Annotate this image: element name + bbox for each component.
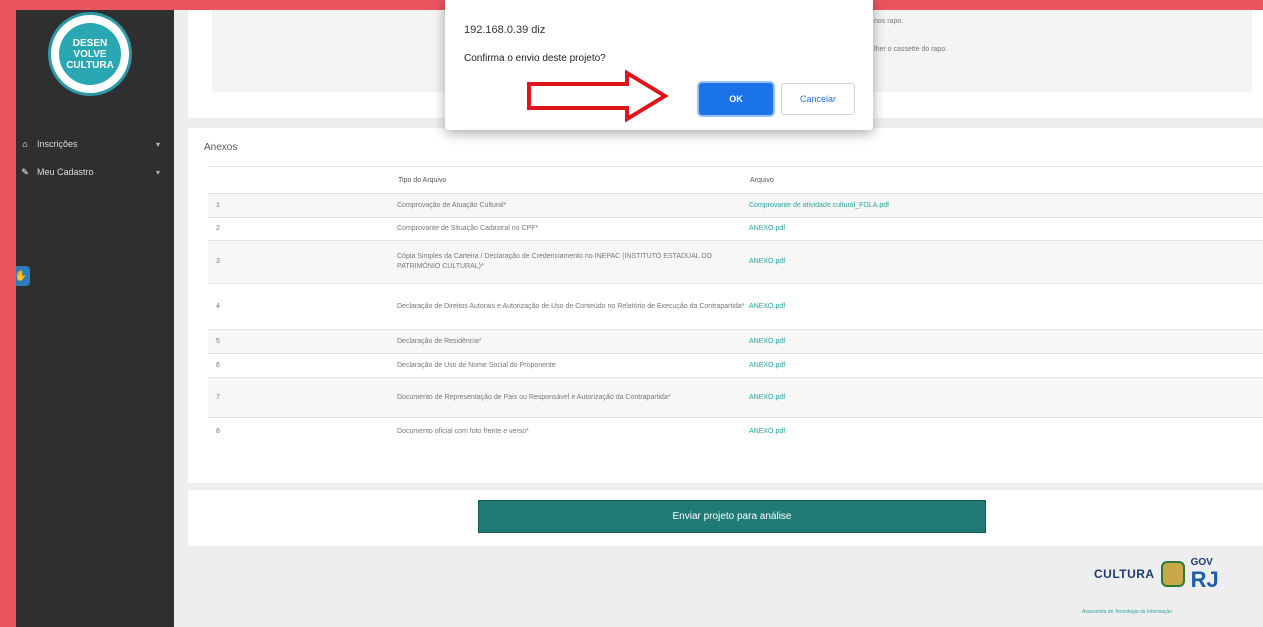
file-type: Documento de Representação de Pais ou Re… <box>397 377 749 418</box>
table-row: 5 Declaração de Residência* ANEXO.pdf <box>208 329 1263 354</box>
chevron-down-icon: ▾ <box>155 139 160 149</box>
dialog-title: 192.168.0.39 diz <box>464 24 546 36</box>
top-panel-text: lher o cassette do rapo. <box>874 46 948 53</box>
home-icon: ⌂ <box>22 139 28 149</box>
anexos-panel: Anexos Tipo do Arquivo Arquivo 1 Comprov… <box>188 128 1263 483</box>
file-link[interactable]: ANEXO.pdf <box>749 240 1263 284</box>
coat-of-arms-icon <box>1160 561 1185 587</box>
top-panel-text: nos rapo. <box>874 18 904 25</box>
hand-icon: ✋ <box>16 270 28 282</box>
file-link[interactable]: ANEXO.pdf <box>749 329 1263 354</box>
gov-rj-logo: GOV RJ <box>1191 557 1219 591</box>
rj-text: RJ <box>1190 567 1219 592</box>
table-row: 4 Declaração de Direitos Autorais e Auto… <box>208 283 1263 330</box>
row-number: 8 <box>208 417 397 446</box>
table-row: 8 Documento oficial com foto frente e ve… <box>208 417 1263 446</box>
sidebar-item-meu-cadastro[interactable]: ✎ Meu Cadastro ▾ <box>16 162 174 182</box>
send-panel: Enviar projeto para análise <box>188 490 1263 546</box>
file-type: Declaração de Uso de Nome Social do Prop… <box>397 353 749 378</box>
column-header: Arquivo <box>749 166 1263 194</box>
sidebar-item-label: Meu Cadastro <box>37 167 94 177</box>
sidebar-item-label: Inscrições <box>37 139 78 149</box>
row-number: 2 <box>208 217 397 241</box>
file-link[interactable]: ANEXO.pdf <box>749 377 1263 418</box>
row-number: 4 <box>208 283 397 330</box>
anexos-table: Tipo do Arquivo Arquivo 1 Comprovação de… <box>208 166 1263 446</box>
table-row: 7 Documento de Representação de Pais ou … <box>208 377 1263 418</box>
file-link[interactable]: Comprovante de atividade cultural_FOLA.p… <box>749 193 1263 218</box>
row-number: 6 <box>208 353 397 378</box>
table-row: 3 Cópia Simples da Carteira / Declaração… <box>208 240 1263 284</box>
row-number: 1 <box>208 193 397 218</box>
row-number: 7 <box>208 377 397 418</box>
ok-button[interactable]: OK <box>699 83 773 115</box>
file-type: Cópia Simples da Carteira / Declaração d… <box>397 240 749 284</box>
accessibility-button[interactable]: ✋ <box>16 266 30 286</box>
file-type: Declaração de Residência* <box>397 329 749 354</box>
file-type: Documento oficial com foto frente e vers… <box>397 417 749 446</box>
file-type: Declaração de Direitos Autorais e Autori… <box>397 283 749 330</box>
chevron-down-icon: ▾ <box>155 167 160 177</box>
row-number: 3 <box>208 240 397 284</box>
edit-icon: ✎ <box>21 166 29 177</box>
sidebar-item-inscricoes[interactable]: ⌂ Inscrições ▾ <box>16 134 174 154</box>
file-link[interactable]: ANEXO.pdf <box>749 353 1263 378</box>
file-link[interactable]: ANEXO.pdf <box>749 283 1263 330</box>
table-row: 6 Declaração de Uso de Nome Social do Pr… <box>208 353 1263 378</box>
send-project-button[interactable]: Enviar projeto para análise <box>478 500 986 533</box>
cultura-logo-text: CULTURA <box>1094 567 1155 581</box>
column-header: Tipo do Arquivo <box>397 166 749 194</box>
cancel-button[interactable]: Cancelar <box>781 83 855 115</box>
logo-text: DESEN VOLVE CULTURA <box>59 23 121 85</box>
section-title: Anexos <box>204 142 238 153</box>
table-header-row: Tipo do Arquivo Arquivo <box>208 166 1263 194</box>
file-type: Comprovante de Situação Cadastral no CPF… <box>397 217 749 241</box>
file-type: Comprovação de Atuação Cultural* <box>397 193 749 218</box>
dialog-message: Confirma o envio deste projeto? <box>464 53 606 64</box>
red-arrow-annotation-icon <box>527 70 669 122</box>
row-number: 5 <box>208 329 397 354</box>
footer-subtitle: Assessoria de Tecnologia da Informação <box>1082 609 1172 615</box>
table-row: 2 Comprovante de Situação Cadastral no C… <box>208 217 1263 241</box>
desenvolve-cultura-logo[interactable]: DESEN VOLVE CULTURA <box>48 12 132 96</box>
file-link[interactable]: ANEXO.pdf <box>749 217 1263 241</box>
footer-logo: CULTURA GOV RJ <box>1094 557 1219 591</box>
sidebar: DESEN VOLVE CULTURA ⌂ Inscrições ▾ ✎ Meu… <box>16 10 174 627</box>
file-link[interactable]: ANEXO.pdf <box>749 417 1263 446</box>
column-header <box>208 166 397 194</box>
table-row: 1 Comprovação de Atuação Cultural* Compr… <box>208 193 1263 218</box>
